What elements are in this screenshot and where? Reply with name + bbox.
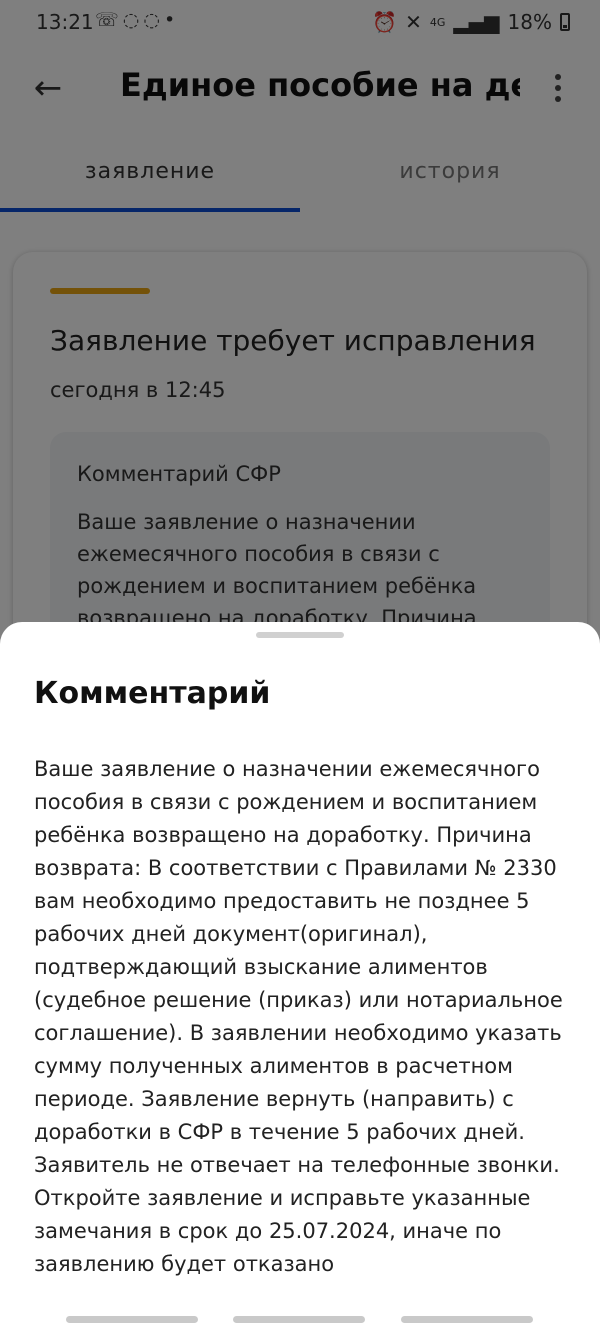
app-screen: 13:21 ☏ ◌ ◌ • ⏰ ✕ 4G ▂▄▆ 18% ← Единое по…: [0, 0, 600, 1332]
comment-bottom-sheet: Комментарий Ваше заявление о назначении …: [0, 622, 600, 1332]
nav-recent-button[interactable]: [66, 1316, 198, 1323]
sheet-drag-handle[interactable]: [256, 632, 344, 638]
sheet-title: Комментарий: [34, 676, 271, 711]
nav-home-button[interactable]: [233, 1316, 365, 1323]
system-nav-bar: [0, 1300, 600, 1332]
nav-back-button[interactable]: [401, 1316, 533, 1323]
sheet-comment-text: Ваше заявление о назначении ежемесячного…: [34, 757, 563, 1276]
